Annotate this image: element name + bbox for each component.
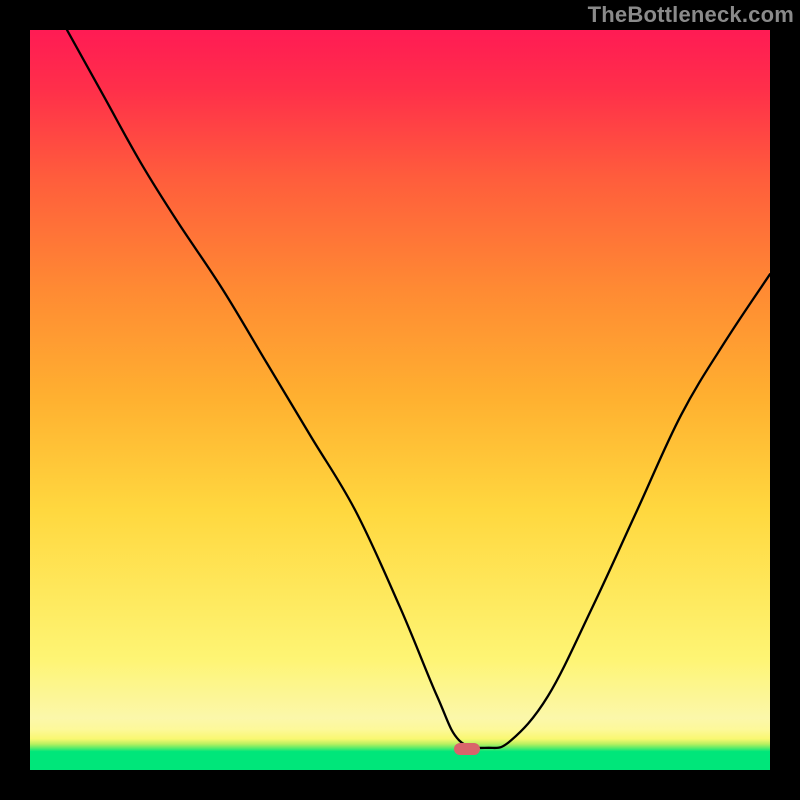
watermark-text: TheBottleneck.com: [588, 2, 794, 28]
chart-frame: TheBottleneck.com: [0, 0, 800, 800]
plot-area: [30, 30, 770, 770]
optimum-marker: [454, 743, 480, 755]
